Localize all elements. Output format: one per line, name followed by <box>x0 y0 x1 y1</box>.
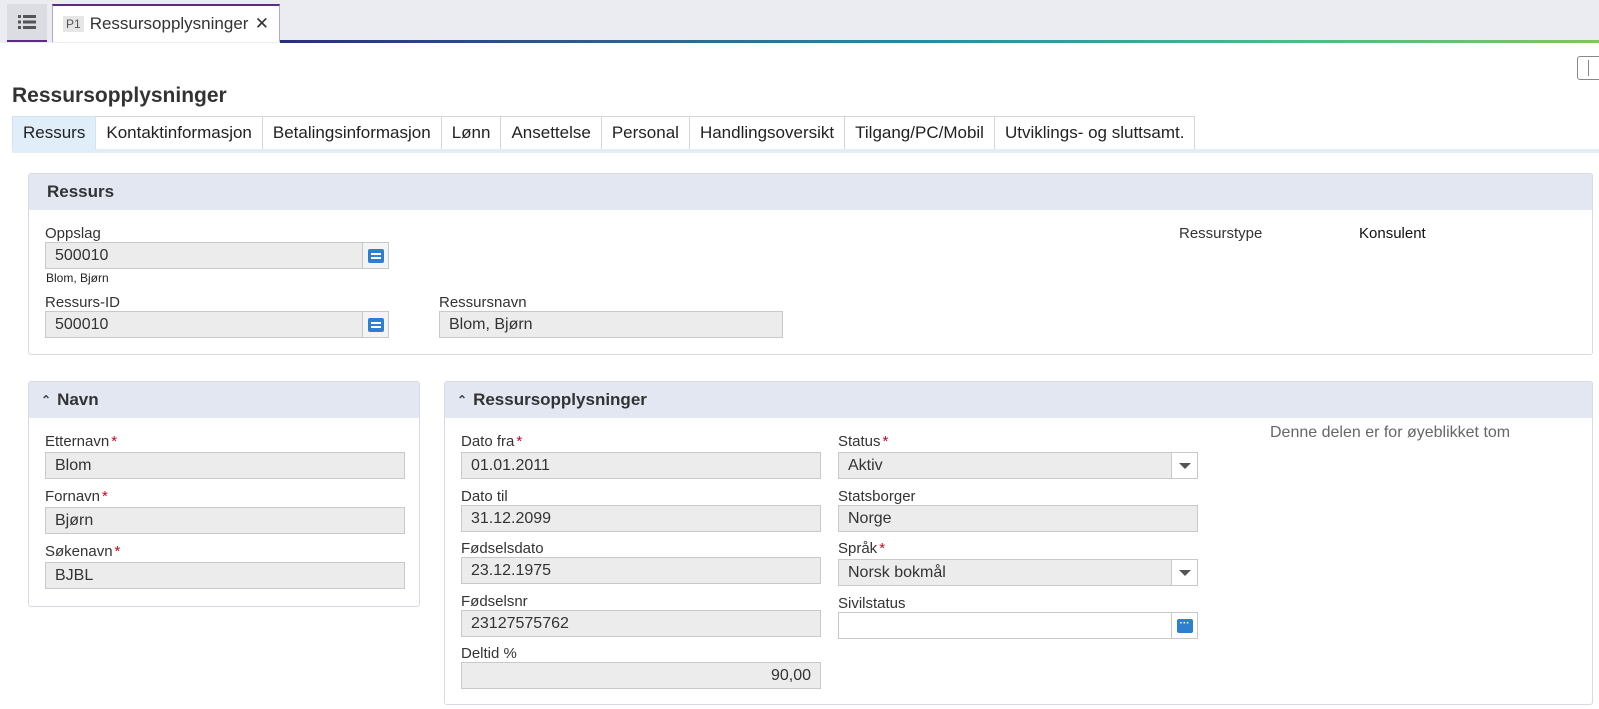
ressursopplysninger-panel-title: Ressursopplysninger <box>473 390 647 409</box>
statsborger-field[interactable]: Norge <box>838 505 1198 532</box>
sivilstatus-field[interactable] <box>838 612 1172 639</box>
oppslag-field[interactable]: 500010 <box>45 242 363 269</box>
sprak-select[interactable]: Norsk bokmål <box>838 559 1172 586</box>
ressurs-id-label: Ressurs-ID <box>45 294 121 311</box>
tab-underline <box>12 149 1599 153</box>
tab-utvikling[interactable]: Utviklings- og sluttsamt. <box>994 116 1196 150</box>
fodselsnr-field[interactable]: 23127575762 <box>461 610 821 637</box>
tab-kontaktinformasjon[interactable]: Kontaktinformasjon <box>96 116 263 150</box>
sprak-label-text: Språk <box>838 540 878 557</box>
fornavn-label: Fornavn * <box>45 488 108 505</box>
dato-til-label: Dato til <box>461 488 508 505</box>
tab-ressurs[interactable]: Ressurs <box>12 116 97 150</box>
ressurs-panel-title: Ressurs <box>47 182 115 201</box>
required-mark: * <box>516 433 523 450</box>
required-mark: * <box>102 488 108 505</box>
ressurs-id-lookup-button[interactable] <box>362 311 389 338</box>
oppslag-sub-label: Blom, Bjørn <box>46 271 109 285</box>
list-menu-icon <box>18 15 36 29</box>
tab-betalingsinformasjon[interactable]: Betalingsinformasjon <box>262 116 442 150</box>
ressursnavn-field[interactable]: Blom, Bjørn <box>439 311 783 338</box>
fodselsdato-label: Fødselsdato <box>461 540 544 557</box>
fornavn-label-text: Fornavn <box>45 488 101 505</box>
ressurstype-label: Ressurstype <box>1179 225 1263 242</box>
dato-fra-field[interactable]: 01.01.2011 <box>461 452 821 479</box>
tab-handlingsoversikt[interactable]: Handlingsoversikt <box>689 116 846 150</box>
navn-panel-title: Navn <box>57 390 99 409</box>
status-label: Status * <box>838 433 888 450</box>
required-mark: * <box>114 543 121 560</box>
required-mark: * <box>882 433 889 450</box>
sprak-dropdown-button[interactable] <box>1171 559 1198 586</box>
tab-lonn[interactable]: Lønn <box>441 116 502 150</box>
status-label-text: Status <box>838 433 881 450</box>
section-tabs: Ressurs Kontaktinformasjon Betalingsinfo… <box>12 116 1196 150</box>
deltid-label: Deltid % <box>461 645 517 662</box>
tab-personal[interactable]: Personal <box>601 116 690 150</box>
tab-tilgang[interactable]: Tilgang/PC/Mobil <box>845 116 995 150</box>
menu-button[interactable] <box>7 4 47 42</box>
etternavn-label-text: Etternavn <box>45 433 110 450</box>
ressurstype-value: Konsulent <box>1359 225 1426 242</box>
dato-fra-label-text: Dato fra <box>461 433 515 450</box>
fodselsnr-label: Fødselsnr <box>461 593 528 610</box>
ressurs-panel-header: Ressurs <box>29 174 1592 210</box>
split-layout-icon[interactable] <box>1577 56 1599 80</box>
status-dropdown-button[interactable] <box>1171 452 1198 479</box>
sivilstatus-label: Sivilstatus <box>838 595 906 612</box>
collapse-chevron-icon[interactable]: ⌃ <box>41 393 51 407</box>
ressursnavn-label: Ressursnavn <box>439 294 527 311</box>
ressursopplysninger-panel-header[interactable]: ⌃ Ressursopplysninger <box>445 382 1592 418</box>
sokenavn-label-text: Søkenavn <box>45 543 113 560</box>
collapse-chevron-icon[interactable]: ⌃ <box>457 393 467 407</box>
sokenavn-field[interactable]: BJBL <box>45 562 405 589</box>
status-select[interactable]: Aktiv <box>838 452 1172 479</box>
top-tab-bar: P1 Ressursopplysninger ✕ <box>0 0 1599 43</box>
required-mark: * <box>879 540 886 557</box>
oppslag-lookup-button[interactable] <box>362 242 389 269</box>
tab-ansettelse[interactable]: Ansettelse <box>501 116 602 150</box>
dato-til-field[interactable]: 31.12.2099 <box>461 505 821 532</box>
priority-badge: P1 <box>63 16 84 32</box>
dato-fra-label: Dato fra * <box>461 433 522 450</box>
empty-section-note: Denne delen er for øyeblikket tom <box>1270 424 1511 441</box>
required-mark: * <box>111 433 118 450</box>
chevron-down-icon <box>1178 569 1191 576</box>
etternavn-label: Etternavn * <box>45 433 117 450</box>
document-tab[interactable]: P1 Ressursopplysninger ✕ <box>52 4 280 42</box>
page-title: Ressursopplysninger <box>12 84 227 107</box>
ressurs-id-field[interactable]: 500010 <box>45 311 363 338</box>
accent-line <box>280 40 1599 43</box>
close-icon[interactable]: ✕ <box>255 14 269 34</box>
sivilstatus-picker-button[interactable]: ··· <box>1171 612 1198 639</box>
sprak-label: Språk * <box>838 540 885 557</box>
chevron-down-icon <box>1178 462 1191 469</box>
etternavn-field[interactable]: Blom <box>45 452 405 479</box>
document-tab-title: Ressursopplysninger <box>89 14 249 33</box>
lookup-icon <box>367 317 384 332</box>
deltid-field[interactable]: 90,00 <box>461 662 821 689</box>
fornavn-field[interactable]: Bjørn <box>45 507 405 534</box>
fodselsdato-field[interactable]: 23.12.1975 <box>461 557 821 584</box>
ellipsis-icon: ··· <box>1176 618 1193 633</box>
lookup-icon <box>367 248 384 263</box>
sokenavn-label: Søkenavn * <box>45 543 120 560</box>
oppslag-label: Oppslag <box>45 225 101 242</box>
statsborger-label: Statsborger <box>838 488 916 505</box>
navn-panel-header[interactable]: ⌃ Navn <box>29 382 419 418</box>
